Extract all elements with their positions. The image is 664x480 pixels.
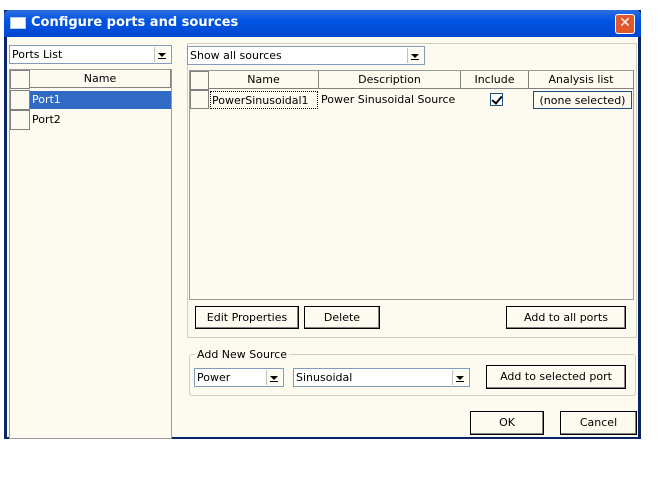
close-icon: ✕ — [619, 15, 631, 31]
source-analysis-cell[interactable]: (none selected) — [533, 91, 632, 109]
source-type-combo[interactable]: Power — [194, 368, 284, 387]
ports-list-combo[interactable]: Ports List — [9, 45, 172, 64]
port-row-header-1[interactable] — [10, 90, 30, 110]
chevron-down-icon[interactable] — [266, 370, 282, 385]
delete-button[interactable]: Delete — [304, 306, 380, 329]
window-icon — [10, 17, 26, 29]
add-to-all-ports-button[interactable]: Add to all ports — [506, 306, 626, 329]
source-waveform-value: Sinusoidal — [296, 371, 353, 384]
port-row-header-2[interactable] — [10, 110, 30, 130]
ok-button[interactable]: OK — [470, 411, 544, 435]
source-filter-value: Show all sources — [190, 49, 282, 62]
sources-column-analysis-list[interactable]: Analysis list — [529, 71, 634, 89]
chevron-down-icon[interactable] — [452, 370, 468, 385]
source-name-cell[interactable]: PowerSinusoidal1 — [210, 91, 318, 109]
cancel-button[interactable]: Cancel — [560, 411, 637, 435]
edit-properties-button[interactable]: Edit Properties — [195, 306, 299, 329]
add-new-source-label: Add New Source — [195, 348, 290, 361]
port-row-2[interactable]: Port2 — [30, 111, 171, 129]
source-type-value: Power — [197, 371, 231, 384]
window-title: Configure ports and sources — [31, 15, 239, 30]
chevron-down-icon[interactable] — [154, 47, 170, 62]
source-description-cell[interactable]: Power Sinusoidal Source — [320, 91, 460, 109]
ports-list-combo-value: Ports List — [12, 48, 63, 61]
sources-column-description[interactable]: Description — [319, 71, 461, 89]
source-filter-combo[interactable]: Show all sources — [187, 46, 425, 65]
ports-column-name[interactable]: Name — [30, 70, 171, 88]
ports-grid-corner[interactable] — [10, 70, 30, 89]
source-row-header[interactable] — [190, 90, 209, 109]
close-button[interactable]: ✕ — [615, 14, 635, 34]
source-include-checkbox[interactable] — [490, 93, 503, 106]
sources-grid-corner[interactable] — [190, 71, 209, 90]
sources-column-name[interactable]: Name — [209, 71, 319, 89]
chevron-down-icon[interactable] — [407, 48, 423, 63]
add-to-selected-port-button[interactable]: Add to selected port — [486, 365, 626, 389]
source-waveform-combo[interactable]: Sinusoidal — [293, 368, 470, 387]
sources-column-include[interactable]: Include — [461, 71, 529, 89]
port-row-1[interactable]: Port1 — [30, 91, 171, 109]
